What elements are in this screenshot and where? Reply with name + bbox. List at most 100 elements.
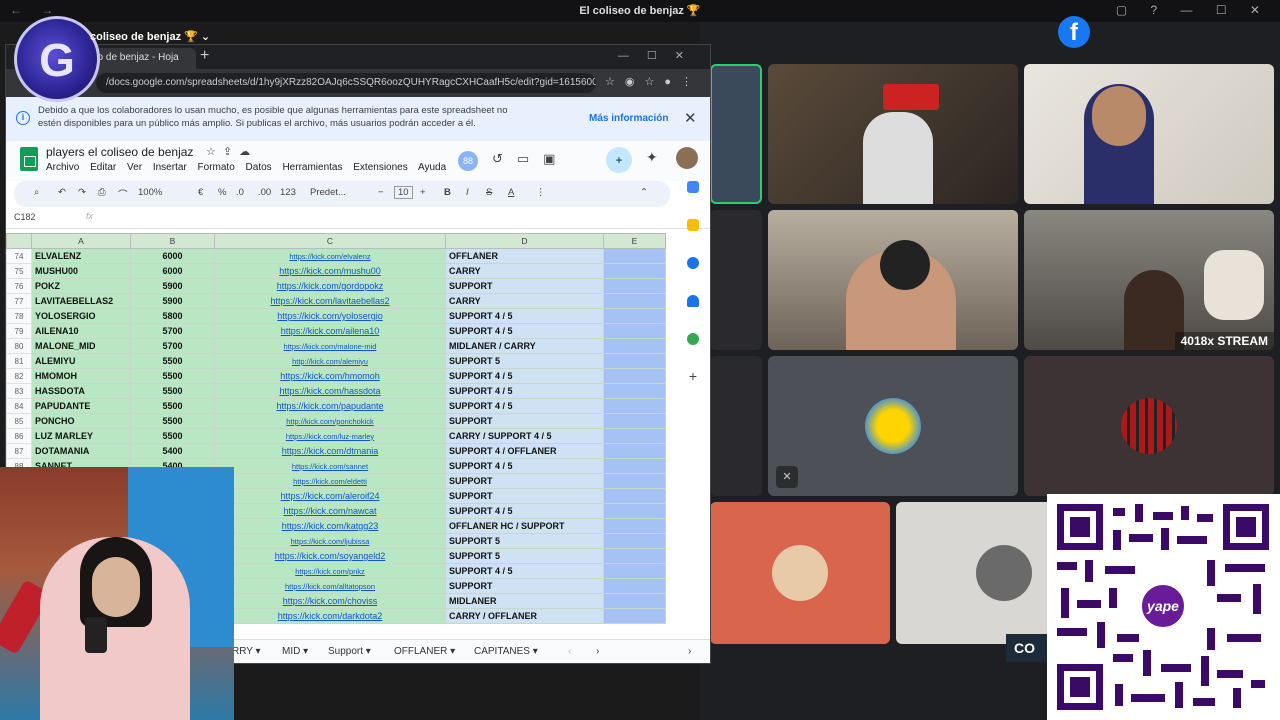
empty-cell[interactable] [603,593,666,609]
video-tile-player-headset[interactable] [1024,64,1274,204]
collapse-toolbar-icon[interactable]: ⌃ [640,187,648,198]
menu-item[interactable]: Extensiones [353,162,407,173]
stream-link-cell[interactable]: https://kick.com/lavitaebellas2 [214,293,446,309]
add-addon-icon[interactable]: + [687,369,699,383]
tasks-icon[interactable] [687,257,699,269]
row-number[interactable]: 76 [6,278,32,294]
role-cell[interactable]: CARRY [445,263,604,279]
scroll-tabs-left-icon[interactable]: ‹ [568,646,571,657]
empty-cell[interactable] [603,413,666,429]
stream-link-cell[interactable]: https://kick.com/darkdota2 [214,608,446,624]
row-number[interactable]: 80 [6,338,32,354]
stream-link-cell[interactable]: https://kick.com/nawcat [214,503,446,519]
browser-extension-icons[interactable]: ☆◉☆●⋮ [605,75,702,88]
player-name-cell[interactable]: POKZ [31,278,131,294]
corner-cell[interactable] [6,233,32,249]
stream-link-cell[interactable]: https://kick.com/papudante [214,398,446,414]
stream-link-cell[interactable]: https://kick.com/aleroif24 [214,488,446,504]
empty-cell[interactable] [603,473,666,489]
sheet-tab[interactable]: CAPITANES ▾ [474,646,538,657]
row-number[interactable]: 75 [6,263,32,279]
keep-icon[interactable] [687,219,699,231]
stream-link-cell[interactable]: https://kick.com/gordopokz [214,278,446,294]
empty-cell[interactable] [603,353,666,369]
role-cell[interactable]: CARRY [445,293,604,309]
italic-icon[interactable]: I [466,187,469,198]
player-name-cell[interactable]: DOTAMANIA [31,443,131,459]
star-move-cloud-icons[interactable]: ☆⇪☁ [206,145,257,158]
row-number[interactable]: 83 [6,383,32,399]
row-number[interactable]: 87 [6,443,32,459]
font-size-decrease-icon[interactable]: − [378,187,384,198]
strikethrough-icon[interactable]: S [486,187,492,198]
mmr-cell[interactable]: 5500 [130,413,215,429]
redo-icon[interactable]: ↷ [78,187,86,198]
empty-cell[interactable] [603,323,666,339]
player-name-cell[interactable]: LAVITAEBELLAS2 [31,293,131,309]
stream-link-cell[interactable]: https://kick.com/elvalenz [214,248,446,264]
column-header[interactable]: E [603,233,666,249]
empty-cell[interactable] [603,338,666,354]
browser-window-controls[interactable]: —☐✕ [618,49,702,62]
stream-link-cell[interactable]: https://kick.com/malone-mid [214,338,446,354]
mmr-cell[interactable]: 5900 [130,278,215,294]
history-comment-meet-icons[interactable]: ↺▭▣ [492,151,569,167]
role-cell[interactable]: SUPPORT [445,413,604,429]
role-cell[interactable]: SUPPORT 4 / 5 [445,563,604,579]
player-name-cell[interactable]: YOLOSERGIO [31,308,131,324]
player-name-cell[interactable]: ELVALENZ [31,248,131,264]
font-size-increase-icon[interactable]: + [420,187,426,198]
video-tile-avatar-face[interactable] [710,502,890,644]
column-header[interactable]: B [130,233,215,249]
mmr-cell[interactable]: 5700 [130,323,215,339]
role-cell[interactable]: SUPPORT 5 [445,353,604,369]
empty-cell[interactable] [603,308,666,324]
empty-cell[interactable] [603,278,666,294]
player-name-cell[interactable]: MALONE_MID [31,338,131,354]
row-number[interactable]: 77 [6,293,32,309]
stream-link-cell[interactable]: https://kick.com/soyangeld2 [214,548,446,564]
empty-cell[interactable] [603,548,666,564]
mmr-cell[interactable]: 5500 [130,353,215,369]
role-cell[interactable]: CARRY / SUPPORT 4 / 5 [445,428,604,444]
number-format-icon[interactable]: 123 [280,187,296,198]
stream-link-cell[interactable]: https://kick.com/hmomoh [214,368,446,384]
undo-icon[interactable]: ↶ [58,187,66,198]
paint-format-icon[interactable]: ⌒ [118,187,128,201]
more-options-icon[interactable]: ⋮ [536,187,546,198]
row-number[interactable]: 85 [6,413,32,429]
player-name-cell[interactable]: LUZ MARLEY [31,428,131,444]
stream-link-cell[interactable]: https://kick.com/luz-marley [214,428,446,444]
empty-cell[interactable] [603,488,666,504]
menu-item[interactable]: Ver [127,162,142,173]
mmr-cell[interactable]: 5400 [130,443,215,459]
empty-cell[interactable] [603,428,666,444]
more-info-link[interactable]: Más información [589,113,668,124]
mmr-cell[interactable]: 5900 [130,293,215,309]
row-number[interactable]: 86 [6,428,32,444]
gemini-icon[interactable]: ✦ [646,149,658,166]
role-cell[interactable]: SUPPORT 5 [445,533,604,549]
stream-link-cell[interactable]: https://kick.com/mushu00 [214,263,446,279]
stream-link-cell[interactable]: http://kick.com/ponchokick [214,413,446,429]
video-tile-4018x[interactable]: 4018x STREAM [1024,210,1274,350]
menu-item[interactable]: Editar [90,162,116,173]
role-cell[interactable]: SUPPORT 4 / 5 [445,323,604,339]
player-name-cell[interactable]: MUSHU00 [31,263,131,279]
empty-cell[interactable] [603,608,666,624]
empty-cell[interactable] [603,518,666,534]
explore-icon[interactable]: › [688,646,691,657]
empty-cell[interactable] [603,443,666,459]
decimal-decrease-icon[interactable]: .0 [236,187,244,198]
stream-link-cell[interactable]: https://kick.com/ljubissa [214,533,446,549]
text-color-icon[interactable]: A [508,187,514,198]
role-cell[interactable]: CARRY / OFFLANER [445,608,604,624]
menu-item[interactable]: Archivo [46,162,79,173]
video-tile-avatar-pikachu[interactable]: ✕ [768,356,1018,496]
empty-cell[interactable] [603,293,666,309]
mmr-cell[interactable]: 5500 [130,398,215,414]
role-cell[interactable]: SUPPORT 4 / OFFLANER [445,443,604,459]
player-name-cell[interactable]: ALEMIYU [31,353,131,369]
role-cell[interactable]: SUPPORT 5 [445,548,604,564]
stream-link-cell[interactable]: https://kick.com/alltatopson [214,578,446,594]
